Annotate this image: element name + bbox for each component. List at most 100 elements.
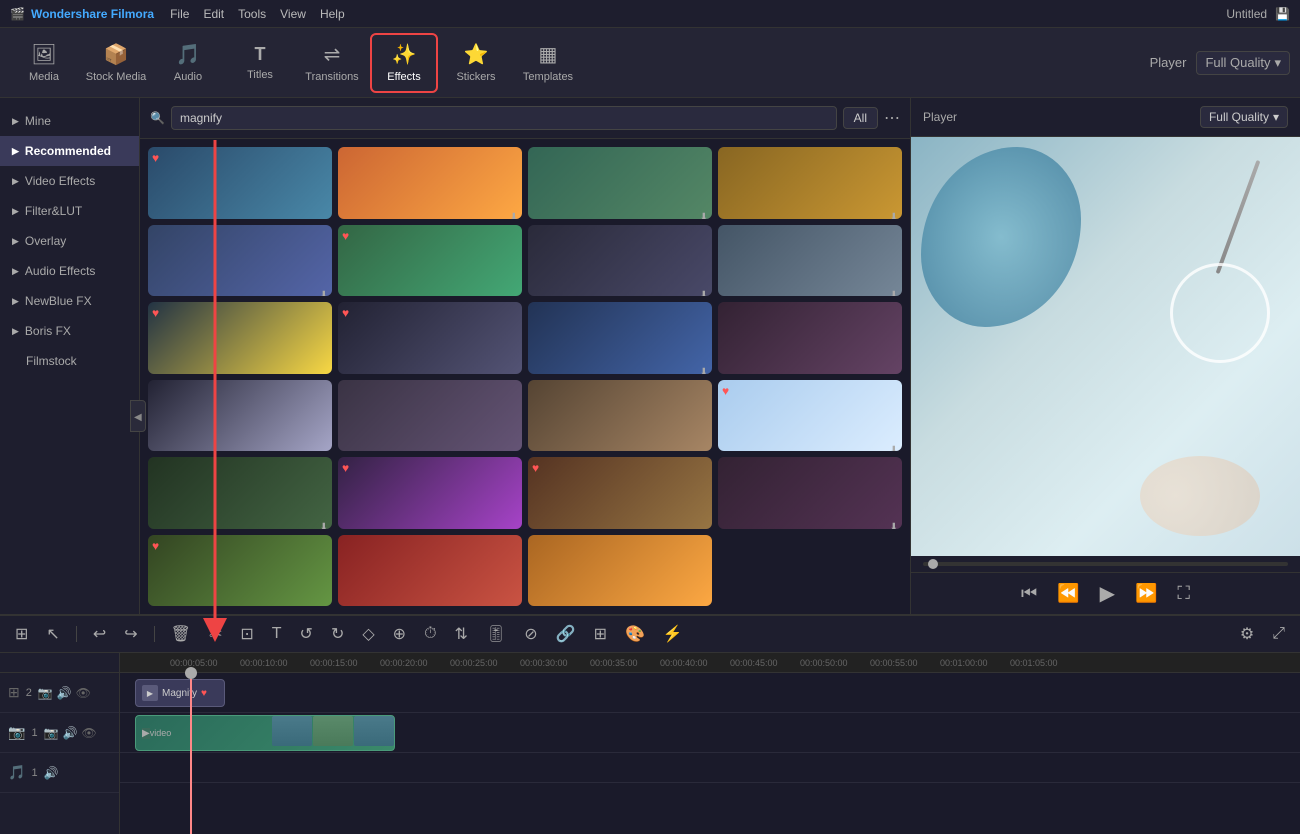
effect-item-ai-tech[interactable]: ⬇AI High Tech Pack Ove...: [148, 457, 332, 529]
timeline-link-icon[interactable]: 🔗: [551, 622, 581, 646]
timeline-select-icon[interactable]: ↖: [41, 622, 64, 646]
effect-item-row3[interactable]: [528, 535, 712, 607]
sidebar-item-video-effects[interactable]: ▶ Video Effects: [0, 166, 139, 196]
sidebar-item-mine[interactable]: ▶ Mine: [0, 106, 139, 136]
step-back-button[interactable]: ⏪: [1057, 583, 1079, 604]
menu-view[interactable]: View: [280, 7, 306, 21]
effect-item-enlarge[interactable]: ⬇Enlarge: [148, 225, 332, 297]
track-audio-toggle[interactable]: 🔊: [44, 766, 59, 780]
effect-item-scale1[interactable]: ⬇Scale: [338, 147, 522, 219]
effect-item-digital[interactable]: ⬇Digital Slideshow Over...: [528, 225, 712, 297]
timeline-text-icon[interactable]: T: [267, 623, 287, 645]
effect-item-edge[interactable]: ⬇Edge Scale: [718, 225, 902, 297]
effect-item-magnify[interactable]: ♥Magnify: [148, 147, 332, 219]
sidebar-item-filter-lut[interactable]: ▶ Filter&LUT: [0, 196, 139, 226]
quality-selector[interactable]: Full Quality ▾: [1196, 51, 1290, 75]
effect-item-row-close[interactable]: ♥Row Close: [148, 302, 332, 374]
toolbar-titles[interactable]: T Titles: [226, 33, 294, 93]
timeline-rotate-right-icon[interactable]: ↻: [326, 622, 349, 646]
sidebar-item-recommended[interactable]: ▶ Recommended: [0, 136, 139, 166]
timeline-undo-icon[interactable]: ↩: [88, 622, 111, 646]
effect-item-row2[interactable]: [338, 535, 522, 607]
timeline-color-icon[interactable]: 🎨: [620, 622, 650, 646]
effect-item-japanese[interactable]: ♥Japanese Speedline Pa...: [528, 457, 712, 529]
effect-item-audio-zoom[interactable]: ⬇Audio-Driven Zoom: [718, 147, 902, 219]
toolbar-stock-media[interactable]: 📦 Stock Media: [82, 33, 150, 93]
scrubber-dot[interactable]: [928, 559, 938, 569]
toolbar-transitions[interactable]: ⇌ Transitions: [298, 33, 366, 93]
timeline-transform-icon[interactable]: ⇅: [450, 622, 473, 646]
skip-back-button[interactable]: ⏮: [1021, 583, 1037, 604]
effect-item-scale2[interactable]: ⬇Scale: [528, 147, 712, 219]
timeline-crop-icon[interactable]: ⊡: [235, 622, 258, 646]
menu-file[interactable]: File: [170, 7, 189, 21]
toolbar-stickers[interactable]: ⭐ Stickers: [442, 33, 510, 93]
timeline-audio-icon[interactable]: 🎚: [481, 622, 511, 646]
filter-button[interactable]: All: [843, 107, 878, 129]
quality-chevron-icon: ▾: [1274, 55, 1281, 71]
timeline-settings-icon[interactable]: ⚙: [1235, 622, 1259, 646]
toolbar-effects[interactable]: ✨ Effects: [370, 33, 438, 93]
more-options-icon[interactable]: ⋯: [884, 108, 900, 128]
step-forward-button[interactable]: ⏩: [1135, 583, 1157, 604]
timeline-fit-icon[interactable]: ⊕: [388, 622, 411, 646]
toolbar-stickers-label: Stickers: [456, 71, 495, 83]
menu-edit[interactable]: Edit: [203, 7, 224, 21]
timeline-split-icon[interactable]: ⊘: [519, 622, 542, 646]
track-audio-icon[interactable]: 🔊: [63, 726, 78, 740]
sidebar-item-filmstock[interactable]: Filmstock: [0, 346, 139, 376]
effect-item-chromatic[interactable]: ♥Chromatic Zoom: [338, 225, 522, 297]
effect-thumb-row1: ♥: [148, 535, 332, 607]
menu-tools[interactable]: Tools: [238, 7, 266, 21]
sidebar-item-audio-effects[interactable]: ▶ Audio Effects: [0, 256, 139, 286]
effect-item-beautify[interactable]: Beautify: [528, 380, 712, 452]
fullscreen-button[interactable]: ⛶: [1177, 583, 1190, 604]
effect-item-auto[interactable]: ⬇Auto Enhance: [528, 302, 712, 374]
timeline-grid-icon[interactable]: ⊞: [10, 622, 33, 646]
effect-item-heart-close[interactable]: ♥⬇Heart Close: [718, 380, 902, 452]
timeline-cut-icon[interactable]: ✂: [204, 622, 227, 646]
menu-help[interactable]: Help: [320, 7, 345, 21]
effect-item-row1[interactable]: ♥: [148, 535, 332, 607]
quality-select[interactable]: Full Quality ▾: [1200, 106, 1288, 128]
timeline-delete-icon[interactable]: 🗑: [166, 622, 196, 646]
arrow-icon: ▶: [12, 236, 19, 247]
effect-item-equalize[interactable]: Equalize: [718, 302, 902, 374]
effect-clip-magnify[interactable]: ▶ Magnify ♥: [135, 679, 225, 707]
toolbar-templates[interactable]: ▦ Templates: [514, 33, 582, 93]
playhead[interactable]: [190, 673, 192, 834]
track-camera-icon[interactable]: 📷: [38, 686, 53, 700]
effect-item-abstract[interactable]: ♥Abstract Dynamic Ove...: [338, 457, 522, 529]
magnify-circle: [1170, 263, 1270, 363]
toolbar-media[interactable]: 🖼 Media: [10, 33, 78, 93]
effect-item-comic[interactable]: ♥Comic Speedlines Pac...: [338, 302, 522, 374]
timeline-redo-icon[interactable]: ↪: [119, 622, 142, 646]
sidebar-item-overlay[interactable]: ▶ Overlay: [0, 226, 139, 256]
timeline-speed-icon[interactable]: ⏱: [419, 623, 441, 645]
timeline-fx-icon[interactable]: ⚡: [658, 622, 688, 646]
search-input[interactable]: [171, 106, 837, 130]
timeline-detach-icon[interactable]: ⊞: [589, 622, 612, 646]
play-button[interactable]: ▶: [1100, 581, 1115, 606]
track-eye-icon[interactable]: 👁: [81, 726, 96, 740]
stickers-icon: ⭐: [464, 42, 489, 67]
time-mark-1: 00:00:05:00: [170, 658, 218, 668]
sidebar-item-boris-fx[interactable]: ▶ Boris FX: [0, 316, 139, 346]
effect-item-light06[interactable]: ⬇Light Effect 06: [718, 457, 902, 529]
sidebar-collapse-btn[interactable]: ◀: [130, 400, 146, 432]
timeline-resize-icon[interactable]: ⤢: [1267, 623, 1290, 645]
timeline-keyframe-icon[interactable]: ◇: [357, 622, 379, 646]
scrubber-track[interactable]: [923, 562, 1288, 566]
toolbar-audio[interactable]: 🎵 Audio: [154, 33, 222, 93]
timeline: ⊞ ↖ ↩ ↪ 🗑 ✂ ⊡ T ↺ ↻ ◇ ⊕ ⏱ ⇅ 🎚 ⊘ 🔗 ⊞ 🎨 ⚡ …: [0, 614, 1300, 834]
track-audio-icon[interactable]: 🔊: [57, 686, 72, 700]
video-clip[interactable]: ▶ video: [135, 715, 395, 751]
effect-item-bigroom[interactable]: Big Room: [148, 380, 332, 452]
timeline-rotate-left-icon[interactable]: ↺: [295, 622, 318, 646]
time-mark-8: 00:00:40:00: [660, 658, 708, 668]
preview-scrubber[interactable]: [911, 556, 1300, 572]
track-camera-icon[interactable]: 📷: [44, 726, 59, 740]
track-eye-icon[interactable]: 👁: [76, 686, 91, 700]
sidebar-item-newblue-fx[interactable]: ▶ NewBlue FX: [0, 286, 139, 316]
effect-item-travel[interactable]: Travel Magazine Overl...: [338, 380, 522, 452]
